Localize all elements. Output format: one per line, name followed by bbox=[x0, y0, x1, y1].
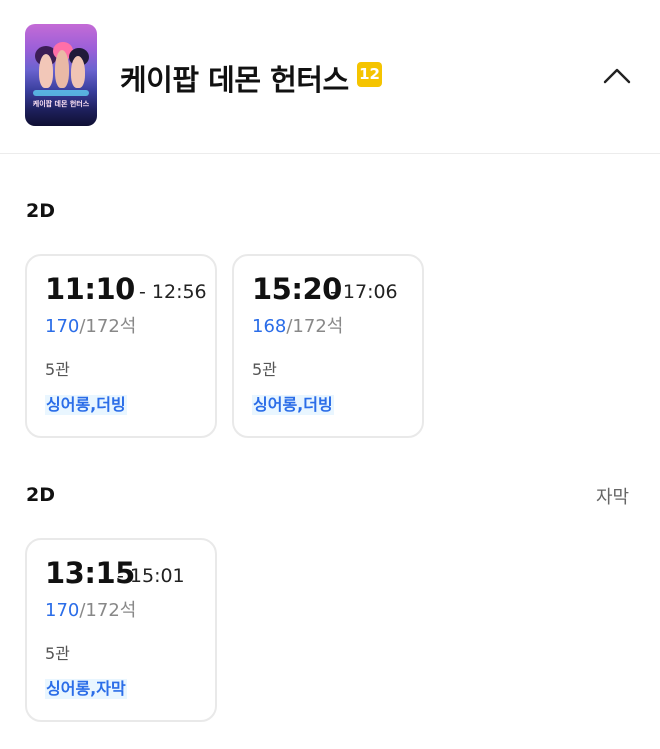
seat-count: 168/172석 bbox=[252, 312, 343, 338]
movie-title: 케이팝 데몬 헌터스 bbox=[120, 63, 349, 97]
showtime-tag: 싱어롱,더빙 bbox=[252, 395, 334, 415]
seat-count: 170/172석 bbox=[45, 596, 136, 622]
collapse-button[interactable] bbox=[600, 60, 634, 90]
start-time: 11:10 bbox=[45, 272, 135, 306]
showtime-tag: 싱어롱,자막 bbox=[45, 679, 127, 699]
poster-figure bbox=[71, 56, 85, 88]
poster-title: 케이팝 데몬 헌터스 bbox=[32, 100, 90, 108]
movie-header: 케이팝 데몬 헌터스 케이팝 데몬 헌터스 12 bbox=[0, 0, 660, 154]
total-seats: /172석 bbox=[79, 316, 137, 337]
poster-figure bbox=[55, 50, 69, 88]
available-seats: 170 bbox=[45, 316, 80, 337]
showtime-tag: 싱어롱,더빙 bbox=[45, 395, 127, 415]
subtitle-note: 자막 bbox=[596, 487, 630, 508]
age-rating-badge: 12 bbox=[357, 62, 382, 87]
hall-name: 5관 bbox=[45, 644, 70, 663]
total-seats: /172석 bbox=[286, 316, 344, 337]
poster-figure bbox=[39, 54, 53, 88]
end-time: - 17:06 bbox=[330, 281, 398, 303]
seat-count: 170/172석 bbox=[45, 312, 136, 338]
start-time: 15:20 bbox=[252, 272, 342, 306]
movie-poster-image: 케이팝 데몬 헌터스 bbox=[25, 24, 97, 126]
end-time: - 12:56 bbox=[139, 281, 207, 303]
hall-name: 5관 bbox=[252, 360, 277, 379]
format-label: 2D bbox=[26, 484, 55, 506]
hall-name: 5관 bbox=[45, 360, 70, 379]
showtime-card[interactable]: 13:15 - 15:01 170/172석 5관 싱어롱,자막 bbox=[25, 538, 217, 722]
available-seats: 168 bbox=[252, 316, 287, 337]
showtime-card[interactable]: 15:20 - 17:06 168/172석 5관 싱어롱,더빙 bbox=[232, 254, 424, 438]
showtime-card[interactable]: 11:10 - 12:56 170/172석 5관 싱어롱,더빙 bbox=[25, 254, 217, 438]
end-time: - 15:01 bbox=[117, 565, 185, 587]
available-seats: 170 bbox=[45, 600, 80, 621]
total-seats: /172석 bbox=[79, 600, 137, 621]
poster-glow bbox=[33, 90, 89, 96]
format-label: 2D bbox=[26, 200, 55, 222]
chevron-up-icon bbox=[603, 68, 631, 84]
